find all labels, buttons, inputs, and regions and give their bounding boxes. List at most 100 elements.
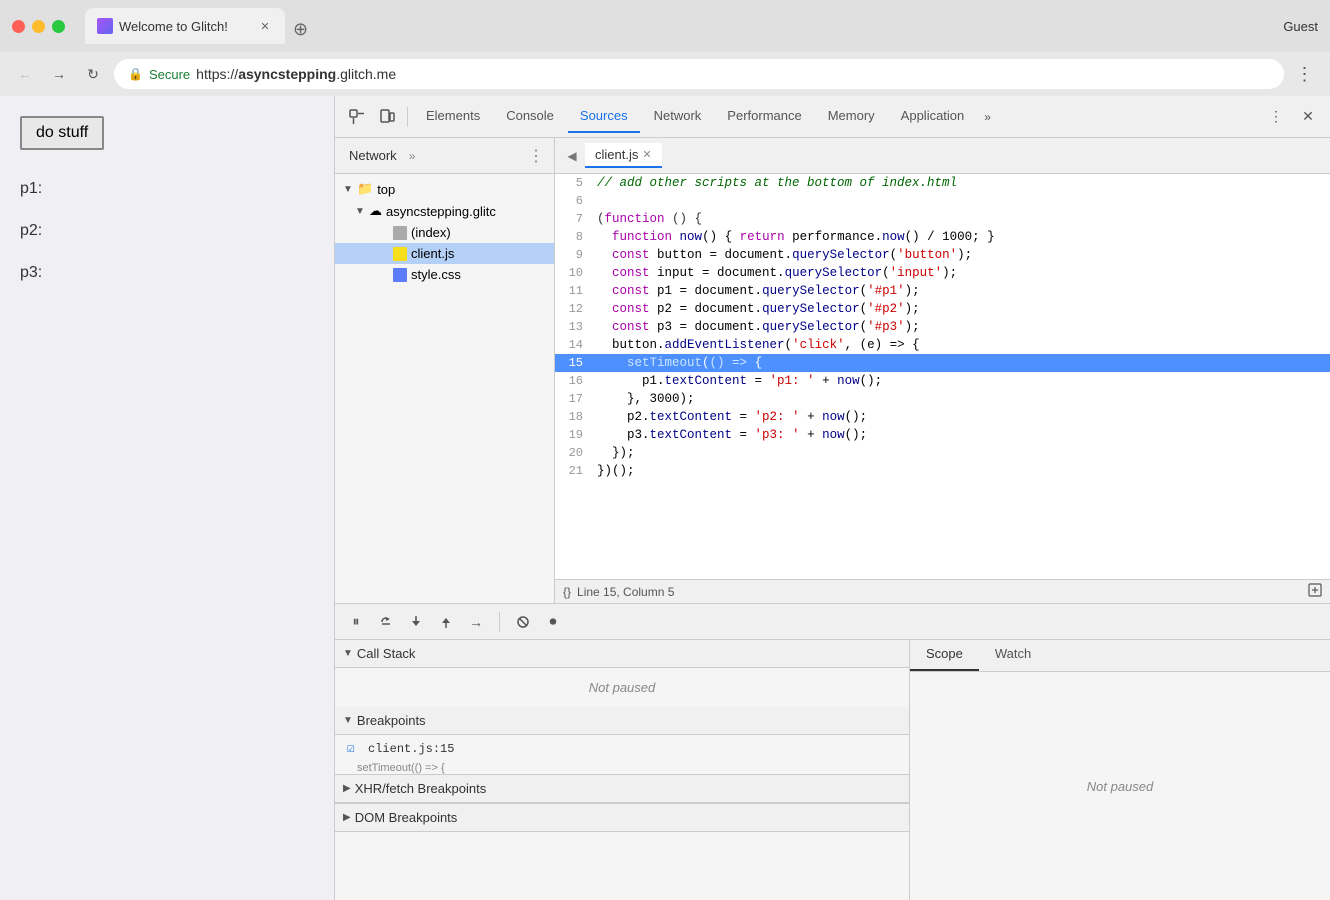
tab-application[interactable]: Application <box>889 100 977 133</box>
close-button[interactable] <box>12 20 25 33</box>
editor-back-btn[interactable]: ◀ <box>561 145 583 167</box>
pause-on-exceptions-btn[interactable]: ⏺ <box>540 609 566 635</box>
devtools-settings-icon[interactable]: ⋮ <box>1262 103 1290 131</box>
code-editor: ◀ client.js ✕ 5 // add other scripts at … <box>555 138 1330 603</box>
address-url: https://asyncstepping.glitch.me <box>196 66 396 82</box>
editor-tab-filename: client.js <box>595 147 638 162</box>
p2-label: p2: <box>20 222 314 240</box>
secure-icon: 🔒 <box>128 67 143 81</box>
deactivate-breakpoints-btn[interactable] <box>510 609 536 635</box>
do-stuff-button[interactable]: do stuff <box>20 116 104 150</box>
tree-item-origin[interactable]: ▼ ☁ asyncstepping.glitc <box>335 200 554 222</box>
tree-item-index[interactable]: (index) <box>335 222 554 243</box>
format-braces-btn[interactable]: {} <box>563 585 571 599</box>
scope-tab[interactable]: Scope <box>910 640 979 671</box>
addressbar: ← → ↻ 🔒 Secure https://asyncstepping.gli… <box>0 52 1330 96</box>
code-line-18: 18 p2.textContent = 'p2: ' + now(); <box>555 408 1330 426</box>
tree-more-btn[interactable]: » <box>409 149 416 163</box>
guest-label: Guest <box>1283 19 1318 34</box>
pause-resume-btn[interactable]: ⏸ <box>343 609 369 635</box>
code-line-15: 15 setTimeout(() => { <box>555 354 1330 372</box>
breakpoint-file: client.js:15 <box>368 742 454 756</box>
back-button[interactable]: ← <box>12 61 38 87</box>
tree-item-clientjs[interactable]: client.js <box>335 243 554 264</box>
expand-arrow: ▼ <box>343 184 353 195</box>
step-out-btn[interactable] <box>433 609 459 635</box>
code-line-20: 20 }); <box>555 444 1330 462</box>
breakpoints-header[interactable]: ▼ Breakpoints <box>335 707 909 735</box>
editor-tabs: ◀ client.js ✕ <box>555 138 1330 174</box>
minimize-button[interactable] <box>32 20 45 33</box>
xhr-header[interactable]: ▶ XHR/fetch Breakpoints <box>335 775 909 803</box>
dom-header[interactable]: ▶ DOM Breakpoints <box>335 804 909 832</box>
tab-network[interactable]: Network <box>642 100 714 133</box>
browser-menu-button[interactable]: ⋮ <box>1292 61 1318 87</box>
watch-tab[interactable]: Watch <box>979 640 1047 671</box>
scope-not-paused: Not paused <box>1087 779 1154 794</box>
tab-elements[interactable]: Elements <box>414 100 492 133</box>
step-into-btn[interactable] <box>403 609 429 635</box>
step-btn[interactable]: → <box>463 609 489 635</box>
expand-arrow-origin: ▼ <box>355 206 365 217</box>
debug-right-panel: Scope Watch Not paused <box>910 640 1330 900</box>
devtools-close-icon[interactable]: ✕ <box>1294 103 1322 131</box>
code-line-5: 5 // add other scripts at the bottom of … <box>555 174 1330 192</box>
tab-favicon <box>97 18 113 34</box>
code-line-9: 9 const button = document.querySelector(… <box>555 246 1330 264</box>
breakpoint-code-preview: setTimeout(() => { <box>335 762 909 774</box>
breakpoint-checkbox-icon[interactable]: ☑ <box>347 741 355 756</box>
main-area: do stuff p1: p2: p3: Elements Console So… <box>0 96 1330 900</box>
tab-performance[interactable]: Performance <box>715 100 813 133</box>
browser-tab-active[interactable]: Welcome to Glitch! ✕ <box>85 8 285 44</box>
browser-viewport: do stuff p1: p2: p3: <box>0 96 334 900</box>
debug-panel: ⏸ → ⏺ <box>335 603 1330 900</box>
tab-area: Welcome to Glitch! ✕ ⊕ <box>85 8 1275 44</box>
xhr-section: ▶ XHR/fetch Breakpoints <box>335 774 909 803</box>
devtools-topbar: Elements Console Sources Network Perform… <box>335 96 1330 138</box>
forward-button[interactable]: → <box>46 61 72 87</box>
code-line-7: 7 (function () { <box>555 210 1330 228</box>
breakpoint-item-1[interactable]: ☑ client.js:15 <box>335 735 909 762</box>
devtools-settings-area: ⋮ ✕ <box>1262 103 1322 131</box>
call-stack-header[interactable]: ▼ Call Stack <box>335 640 909 668</box>
tree-item-top[interactable]: ▼ 📁 top <box>335 178 554 200</box>
code-line-14: 14 button.addEventListener('click', (e) … <box>555 336 1330 354</box>
device-toggle-icon[interactable] <box>373 103 401 131</box>
tab-sources[interactable]: Sources <box>568 100 640 133</box>
element-picker-icon[interactable] <box>343 103 371 131</box>
tree-label-stylecss: style.css <box>411 267 461 282</box>
tree-menu-icon[interactable]: ⋮ <box>526 146 546 166</box>
address-bar[interactable]: 🔒 Secure https://asyncstepping.glitch.me <box>114 59 1284 89</box>
tree-label-origin: asyncstepping.glitc <box>386 204 496 219</box>
devtools-more-tabs[interactable]: » <box>978 106 997 128</box>
traffic-lights <box>12 20 65 33</box>
css-file-icon <box>393 268 407 282</box>
code-line-10: 10 const input = document.querySelector(… <box>555 264 1330 282</box>
statusbar-expand-btn[interactable] <box>1308 583 1322 600</box>
scope-content: Not paused <box>910 672 1330 900</box>
tab-memory[interactable]: Memory <box>816 100 887 133</box>
dom-section: ▶ DOM Breakpoints <box>335 803 909 832</box>
p3-label: p3: <box>20 264 314 282</box>
tree-label-index: (index) <box>411 225 451 240</box>
tab-console[interactable]: Console <box>494 100 566 133</box>
debug-body: ▼ Call Stack Not paused ▼ Breakpoints ☑ … <box>335 640 1330 900</box>
tree-item-stylecss[interactable]: style.css <box>335 264 554 285</box>
maximize-button[interactable] <box>52 20 65 33</box>
code-line-19: 19 p3.textContent = 'p3: ' + now(); <box>555 426 1330 444</box>
reload-button[interactable]: ↻ <box>80 61 106 87</box>
tab-close-icon[interactable]: ✕ <box>257 18 273 34</box>
editor-tab-close-icon[interactable]: ✕ <box>642 148 651 161</box>
folder-icon: 📁 <box>357 181 373 197</box>
code-line-11: 11 const p1 = document.querySelector('#p… <box>555 282 1330 300</box>
call-stack-not-paused: Not paused <box>335 668 909 707</box>
editor-statusbar: {} Line 15, Column 5 <box>555 579 1330 603</box>
toolbar-separator <box>407 107 408 127</box>
editor-tab-clientjs[interactable]: client.js ✕ <box>585 143 662 168</box>
tree-tab-network[interactable]: Network <box>343 144 403 167</box>
code-content[interactable]: 5 // add other scripts at the bottom of … <box>555 174 1330 579</box>
js-file-icon <box>393 247 407 261</box>
debug-left-panel: ▼ Call Stack Not paused ▼ Breakpoints ☑ … <box>335 640 910 900</box>
new-tab-button[interactable]: ⊕ <box>289 15 312 44</box>
step-over-btn[interactable] <box>373 609 399 635</box>
